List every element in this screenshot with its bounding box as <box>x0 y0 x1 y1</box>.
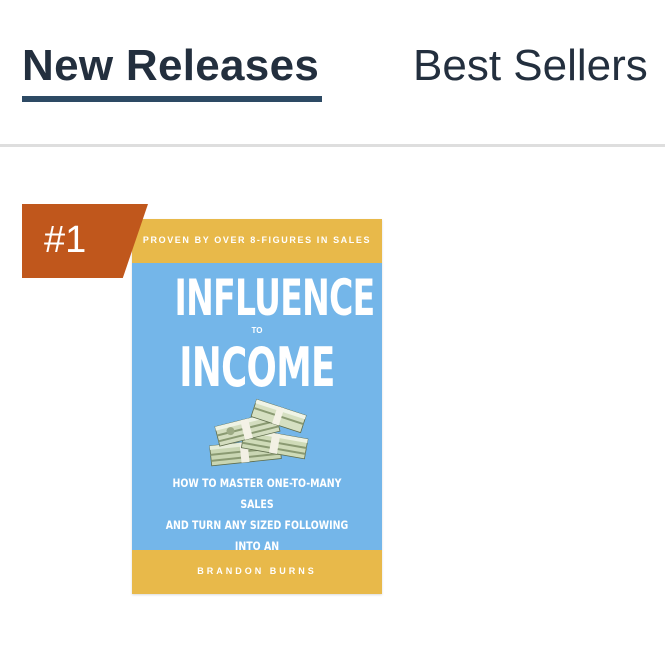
category-tabs: New Releases Best Sellers <box>0 0 665 146</box>
cover-top-band: PROVEN BY OVER 8-FIGURES IN SALES <box>132 219 382 263</box>
money-stack-icon <box>209 398 309 467</box>
cover-title-line-2: INCOME <box>179 336 335 399</box>
book-cover-image[interactable]: PROVEN BY OVER 8-FIGURES IN SALES INFLUE… <box>132 219 382 594</box>
active-tab-indicator <box>22 96 322 102</box>
page: New Releases Best Sellers #1 PROVEN BY O… <box>0 0 665 651</box>
rank-number: #1 <box>44 219 87 261</box>
product-card[interactable]: #1 PROVEN BY OVER 8-FIGURES IN SALES INF… <box>22 204 392 604</box>
tab-best-sellers[interactable]: Best Sellers <box>413 40 648 92</box>
rank-badge: #1 <box>22 204 148 278</box>
tab-new-releases[interactable]: New Releases <box>22 40 319 92</box>
cover-tagline: PROVEN BY OVER 8-FIGURES IN SALES <box>142 235 372 245</box>
cover-bottom-band: BRANDON BURNS <box>132 550 382 594</box>
tabs-divider <box>0 144 665 147</box>
cover-author: BRANDON BURNS <box>197 566 317 576</box>
cover-title-connector: TO <box>251 326 263 335</box>
cover-title-line-1: INFLUENCE <box>174 269 376 327</box>
